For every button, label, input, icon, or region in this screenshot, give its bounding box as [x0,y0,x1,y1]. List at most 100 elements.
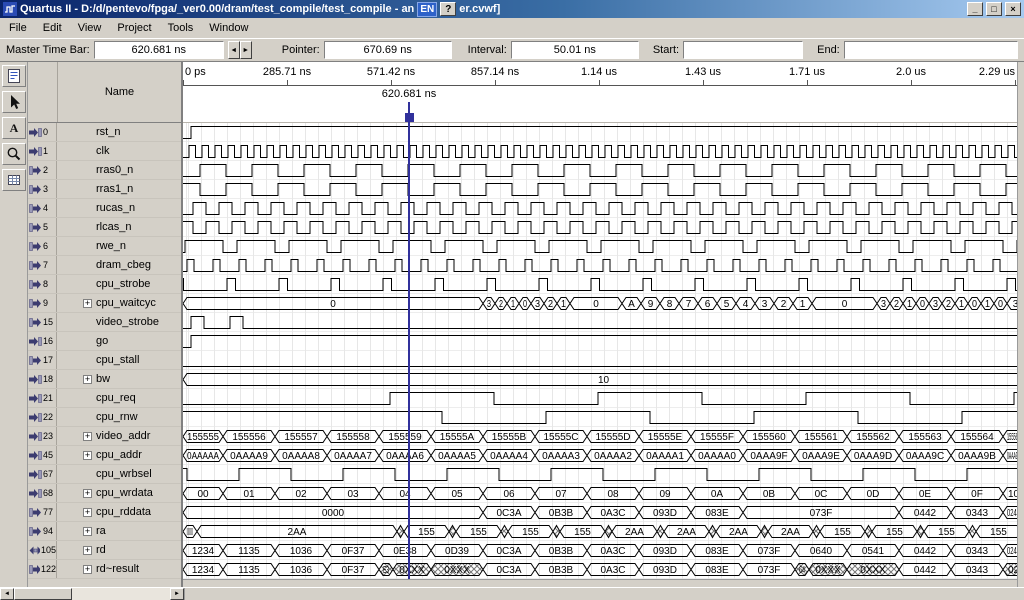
timebar-track[interactable]: 620.681 ns [183,86,1017,123]
spin-left-icon[interactable]: ◄ [228,41,240,59]
signal-row-rucas-n[interactable]: 4rucas_n [28,199,181,218]
signal-row-cpu-req[interactable]: 21cpu_req [28,389,181,408]
wave-row-rd[interactable]: 1234113510360F370E380D390C3A0B3B0A3C093D… [183,541,1017,560]
svg-text:1: 1 [561,299,566,310]
wave-row-cpu-req[interactable] [183,389,1017,408]
scroll-left-icon[interactable]: ◄ [0,588,14,600]
signal-row-cpu-addr[interactable]: 45+cpu_addr [28,446,181,465]
expand-toggle-bw[interactable]: + [83,375,92,384]
expand-spacer [83,337,96,346]
wave-row-cpu-wrbsel[interactable] [183,465,1017,484]
svg-text:1: 1 [907,299,912,310]
signal-index-cell: 45 [28,446,57,464]
minimize-button[interactable]: _ [967,2,983,16]
scrollbar-track[interactable] [14,588,170,600]
wave-row-video-addr[interactable]: 15555515555615555715555815555915555A1555… [183,427,1017,446]
wave-row-video-strobe[interactable] [183,313,1017,332]
ruler-tick-label: 2.29 us [979,66,1015,78]
wave-row-cpu-waitcyc[interactable]: 032103210A987654321032103210103 [183,294,1017,313]
signal-row-rlcas-n[interactable]: 5rlcas_n [28,218,181,237]
signal-row-go[interactable]: 16go [28,332,181,351]
out-pin-icon [29,203,42,214]
zoom-tool-button[interactable] [2,143,26,165]
wave-row-cpu-wrdata[interactable]: 000102030405060708090A0B0C0D0E0F10 [183,484,1017,503]
signal-row-clk[interactable]: 1clk [28,142,181,161]
wave-row-cpu-addr[interactable]: 0AAAAA0AAAA90AAAA80AAAA70AAAA60AAAA50AAA… [183,446,1017,465]
signal-row-rd-result[interactable]: 122+rd~result [28,560,181,579]
signal-row-video-strobe[interactable]: 15video_strobe [28,313,181,332]
wave-row-ra[interactable]: 0002AA1551551551552AA2AA2AA2AA1551551551… [183,522,1017,541]
signal-row-cpu-rnw[interactable]: 22cpu_rnw [28,408,181,427]
svg-text:0F37: 0F37 [342,546,365,557]
vertical-scrollbar[interactable] [1017,62,1024,587]
wave-row-rwe-n[interactable] [183,237,1017,256]
signal-row-cpu-wrdata[interactable]: 68+cpu_wrdata [28,484,181,503]
signal-row-cpu-rddata[interactable]: 77+cpu_rddata [28,503,181,522]
signal-row-cpu-wrbsel[interactable]: 67cpu_wrbsel [28,465,181,484]
wave-row-rst-n[interactable] [183,123,1017,142]
wave-row-cpu-strobe[interactable] [183,275,1017,294]
wave-row-clk[interactable] [183,142,1017,161]
selection-tool-button[interactable] [2,91,26,113]
expand-toggle-cpu-wrdata[interactable]: + [83,489,92,498]
start-value[interactable] [683,41,803,59]
master-time-marker-handle[interactable] [405,113,414,122]
wave-row-rras0-n[interactable] [183,161,1017,180]
svg-text:0C3A: 0C3A [496,565,521,576]
svg-text:1135: 1135 [238,546,260,557]
scrollbar-thumb[interactable] [14,588,72,600]
signal-row-rwe-n[interactable]: 6rwe_n [28,237,181,256]
expand-toggle-cpu-waitcyc[interactable]: + [83,299,92,308]
report-tool-button[interactable] [2,65,26,87]
svg-text:2: 2 [894,299,899,310]
svg-text:0F: 0F [971,489,983,500]
menu-item-tools[interactable]: Tools [160,19,202,37]
signal-row-cpu-waitcyc[interactable]: 9+cpu_waitcyc [28,294,181,313]
signal-row-dram-cbeg[interactable]: 7dram_cbeg [28,256,181,275]
close-button[interactable]: × [1005,2,1021,16]
wave-row-rucas-n[interactable] [183,199,1017,218]
menu-item-project[interactable]: Project [109,19,159,37]
wave-row-rras1-n[interactable] [183,180,1017,199]
wave-row-cpu-stall[interactable] [183,351,1017,370]
signal-index-cell: 1 [28,142,57,160]
wave-row-rlcas-n[interactable] [183,218,1017,237]
wave-row-cpu-rnw[interactable] [183,408,1017,427]
signal-row-cpu-stall[interactable]: 17cpu_stall [28,351,181,370]
expand-toggle-rd[interactable]: + [83,546,92,555]
maximize-button[interactable]: □ [986,2,1002,16]
wave-row-cpu-rddata[interactable]: 00000C3A0B3B0A3C093D083E073F044203430244 [183,503,1017,522]
expand-toggle-ra[interactable]: + [83,527,92,536]
spin-right-icon[interactable]: ► [240,41,252,59]
language-help-icon[interactable]: ? [440,2,456,16]
expand-toggle-rd-result[interactable]: + [83,565,92,574]
menu-item-window[interactable]: Window [201,19,256,37]
signal-row-cpu-strobe[interactable]: 8cpu_strobe [28,275,181,294]
expand-toggle-cpu-addr[interactable]: + [83,451,92,460]
menu-item-view[interactable]: View [70,19,110,37]
expand-toggle-video-addr[interactable]: + [83,432,92,441]
scroll-right-icon[interactable]: ► [170,588,184,600]
language-indicator[interactable]: EN [417,2,437,17]
signal-row-ra[interactable]: 94+ra [28,522,181,541]
signal-index: 0 [43,127,48,137]
signal-row-rst-n[interactable]: 0rst_n [28,123,181,142]
wave-row-go[interactable] [183,332,1017,351]
expand-toggle-cpu-rddata[interactable]: + [83,508,92,517]
master-time-bar-value[interactable]: 620.681 ns [94,41,224,59]
wave-row-dram-cbeg[interactable] [183,256,1017,275]
name-column-header: Name [57,62,181,122]
signal-row-video-addr[interactable]: 23+video_addr [28,427,181,446]
expand-spacer [83,356,96,365]
text-tool-button[interactable]: A [2,117,26,139]
menu-item-file[interactable]: File [1,19,35,37]
signal-row-bw[interactable]: 18+bw [28,370,181,389]
pattern-tool-button[interactable] [2,169,26,191]
wave-row-rd-result[interactable]: 1234113510360F37E30XXX0XXX0C3A0B3B0A3C09… [183,560,1017,579]
end-value[interactable] [844,41,1018,59]
menu-item-edit[interactable]: Edit [35,19,70,37]
signal-row-rd[interactable]: 105+rd [28,541,181,560]
signal-row-rras1-n[interactable]: 3rras1_n [28,180,181,199]
signal-row-rras0-n[interactable]: 2rras0_n [28,161,181,180]
wave-row-bw[interactable]: 10 [183,370,1017,389]
